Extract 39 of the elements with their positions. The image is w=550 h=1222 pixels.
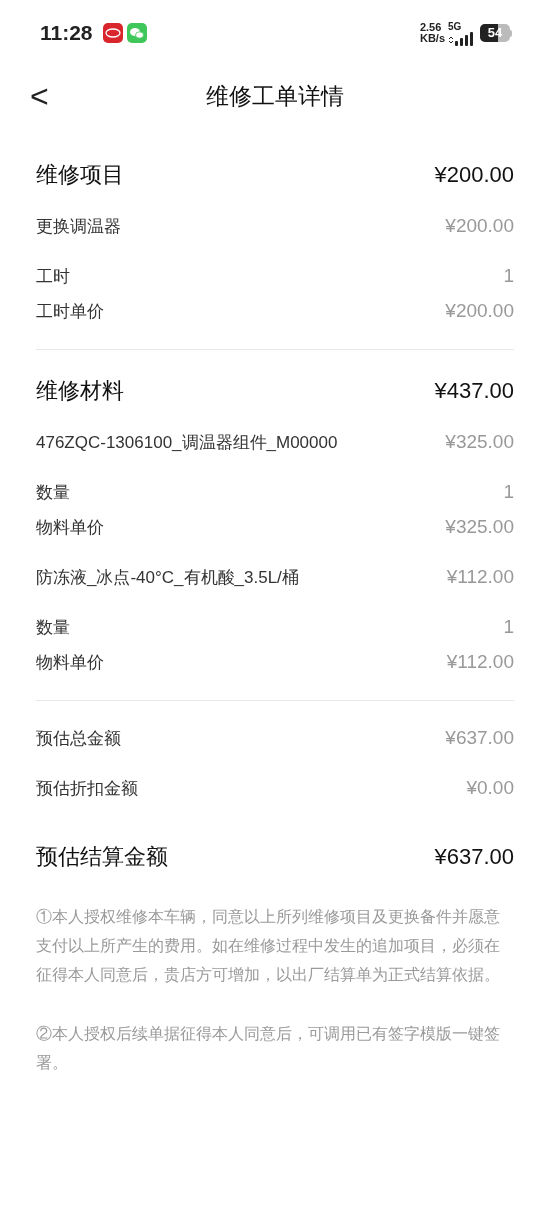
row-value: 1 bbox=[503, 480, 514, 505]
note-text: ①本人授权维修本车辆，同意以上所列维修项目及更换备件并愿意支付以上所产生的费用。如在维修过程中发生的追加项目，必须在征得本人同意后，贵店方可增加，以出厂结算单为正式结算依据。 bbox=[36, 907, 501, 985]
row-label: 预估总金额 bbox=[36, 727, 121, 750]
row-value: ¥637.00 bbox=[434, 842, 514, 871]
row-value: 1 bbox=[503, 615, 514, 640]
row-label: 476ZQC-1306100_调温器组件_M00000 bbox=[36, 431, 338, 454]
row-label: 物料单价 bbox=[36, 651, 104, 674]
row-label: 预估折扣金额 bbox=[36, 777, 138, 800]
signal-icon bbox=[448, 31, 474, 46]
row-value: ¥200.00 bbox=[434, 160, 514, 189]
row-label: 工时 bbox=[36, 265, 70, 288]
speed-unit: KB/s bbox=[419, 33, 445, 44]
network-speed: 2.56 bbox=[419, 22, 443, 33]
time: 11:28 bbox=[40, 20, 93, 47]
row-value: ¥325.00 bbox=[445, 515, 514, 540]
row-label: 防冻液_冰点-40°C_有机酸_3.5L/桶 bbox=[36, 566, 299, 589]
row-value: ¥200.00 bbox=[445, 299, 514, 324]
row-value: ¥437.00 bbox=[434, 376, 514, 405]
row-value: ¥200.00 bbox=[445, 214, 514, 239]
chat-app-icon bbox=[126, 23, 147, 43]
row-value: 1 bbox=[503, 264, 514, 289]
row-label: 工时单价 bbox=[36, 300, 104, 323]
row-label: 维修材料 bbox=[36, 376, 124, 405]
network-type: 5G bbox=[448, 20, 462, 32]
row-value: ¥637.00 bbox=[445, 726, 514, 751]
row-label: 物料单价 bbox=[36, 516, 104, 539]
page-title: 维修工单详情 bbox=[206, 81, 344, 111]
row-value: ¥112.00 bbox=[446, 650, 514, 675]
note-text: ②本人授权后续单据征得本人同意后，可调用已有签字模版一键签署。 bbox=[36, 1024, 501, 1073]
row-value: ¥112.00 bbox=[446, 565, 514, 590]
back-button[interactable]: < bbox=[30, 78, 49, 114]
row-label: 数量 bbox=[36, 481, 70, 504]
app-icon bbox=[102, 23, 123, 43]
row-value: ¥0.00 bbox=[466, 776, 514, 801]
row-label: 数量 bbox=[36, 616, 70, 639]
row-label: 预估结算金额 bbox=[36, 842, 168, 871]
row-label: 维修项目 bbox=[36, 160, 124, 189]
row-label: 更换调温器 bbox=[36, 215, 121, 238]
row-value: ¥325.00 bbox=[445, 430, 514, 455]
